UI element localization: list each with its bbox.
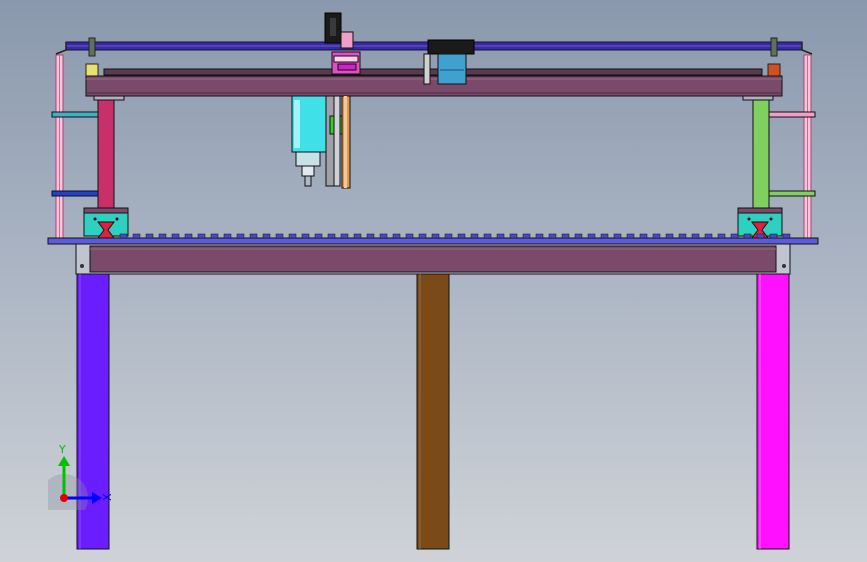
rail-tooth	[327, 233, 336, 239]
rail-tooth	[691, 233, 700, 239]
rail-tooth	[470, 233, 479, 239]
rail-tooth	[600, 233, 609, 239]
rail-tooth	[366, 233, 375, 239]
rail-tooth	[444, 233, 453, 239]
rail-tooth	[665, 233, 674, 239]
left-rod-bearing[interactable]	[85, 63, 99, 77]
rail-tooth	[171, 233, 180, 239]
gantry-machine-model[interactable]	[0, 0, 867, 562]
rail-tooth	[184, 233, 193, 239]
rail-tooth	[223, 233, 232, 239]
rail-tooth	[574, 233, 583, 239]
left-pink-post[interactable]	[55, 54, 64, 239]
rail-tooth	[340, 233, 349, 239]
rail-tooth	[119, 233, 128, 239]
rail-tooth	[301, 233, 310, 239]
rail-tooth	[145, 233, 154, 239]
rail-tooth	[730, 233, 739, 239]
right-leg[interactable]	[756, 273, 790, 550]
y-axis-arrow-icon	[58, 456, 70, 466]
rail-tooth	[210, 233, 219, 239]
rail-tooth	[288, 233, 297, 239]
rail-tooth	[782, 233, 791, 239]
rail-tooth	[639, 233, 648, 239]
rail-tooth	[275, 233, 284, 239]
rail-tooth	[678, 233, 687, 239]
left-carriage-block[interactable]	[83, 207, 129, 239]
rail-tooth	[496, 233, 505, 239]
rail-tooth	[587, 233, 596, 239]
origin-icon	[60, 494, 68, 502]
rail-tooth	[613, 233, 622, 239]
triad-graphic: Y X	[40, 443, 114, 522]
rail-tooth	[158, 233, 167, 239]
right-rod-bearing[interactable]	[767, 63, 781, 77]
rail-tooth	[626, 233, 635, 239]
rail-tooth	[743, 233, 752, 239]
rail-tooth	[509, 233, 518, 239]
coordinate-triad: Y X	[40, 440, 118, 522]
rail-tooth	[704, 233, 713, 239]
y-axis-label: Y	[58, 443, 66, 456]
rail-tooth	[652, 233, 661, 239]
middle-leg[interactable]	[416, 273, 450, 550]
gantry-beam[interactable]	[85, 75, 783, 97]
rail-tooth	[236, 233, 245, 239]
cad-viewport[interactable]: Y X	[0, 0, 867, 562]
rail-tooth	[483, 233, 492, 239]
rail-tooth	[262, 233, 271, 239]
rail-tooth	[418, 233, 427, 239]
rail-tooth	[522, 233, 531, 239]
z-axis-slide[interactable]	[325, 95, 351, 189]
right-pink-post[interactable]	[803, 54, 812, 239]
base-beam[interactable]	[75, 243, 791, 275]
spindle-head[interactable]	[291, 95, 327, 187]
rail-tooth	[769, 233, 778, 239]
rail-tooth	[379, 233, 388, 239]
rail-tooth	[431, 233, 440, 239]
rail-tooth	[405, 233, 414, 239]
rail-tooth	[457, 233, 466, 239]
rail-tooth	[717, 233, 726, 239]
top-guide-rail[interactable]	[103, 68, 763, 76]
rail-tooth	[392, 233, 401, 239]
right-carriage-block[interactable]	[737, 207, 783, 239]
rail-tooth	[561, 233, 570, 239]
rail-tooth	[353, 233, 362, 239]
rail-tooth	[756, 233, 765, 239]
x-axis-label: X	[101, 493, 114, 501]
rail-tooth	[548, 233, 557, 239]
rail-tooth	[197, 233, 206, 239]
worktable-rail[interactable]	[47, 233, 819, 245]
rail-tooth	[535, 233, 544, 239]
rail-tooth	[314, 233, 323, 239]
z-axis-motor[interactable]	[324, 12, 342, 44]
rail-tooth	[132, 233, 141, 239]
rail-tooth	[249, 233, 258, 239]
